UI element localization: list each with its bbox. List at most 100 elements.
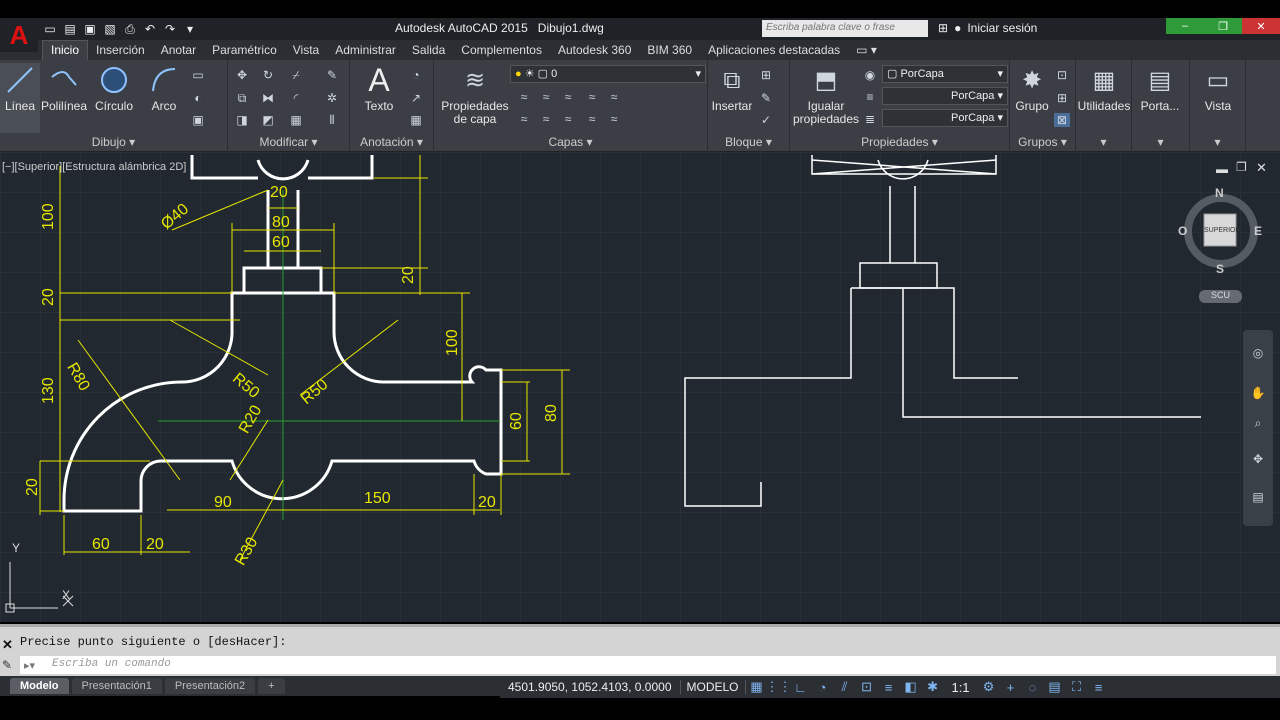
panel-label-grupos[interactable]: Grupos ▾ (1010, 135, 1075, 149)
color-dropdown[interactable]: ▢ PorCapa ▾ (882, 65, 1008, 83)
vista-dropdown-icon[interactable]: ▾ (1190, 135, 1245, 149)
hatch-icon[interactable]: ◐ (190, 91, 206, 105)
save-as-icon[interactable]: ▧ (102, 21, 118, 37)
edit-block-icon[interactable]: ✎ (758, 91, 774, 105)
open-file-icon[interactable]: ▤ (62, 21, 78, 37)
layer-tool-icon[interactable]: ≈ (606, 112, 622, 126)
viewcube-south[interactable]: S (1216, 262, 1224, 276)
viewport-restore-icon[interactable]: ❐ (1236, 160, 1247, 174)
application-menu-button[interactable]: A (0, 18, 38, 52)
dimension-label[interactable]: 20 (146, 536, 164, 554)
print-icon[interactable]: ⎙ (122, 21, 138, 37)
layer-tool-icon[interactable]: ≈ (516, 112, 532, 126)
copy-icon[interactable]: ⧉ (234, 91, 250, 105)
layer-tool-icon[interactable]: ≈ (538, 90, 554, 104)
propiedades-capa-button[interactable]: ≋ Propiedades de capa (440, 63, 510, 133)
explode-icon[interactable]: ✲ (324, 91, 340, 105)
circulo-button[interactable]: Círculo (88, 63, 140, 133)
polar-icon[interactable]: ◔ (812, 678, 834, 696)
trim-icon[interactable]: ⌿ (288, 68, 304, 82)
dimension-label[interactable]: 80 (272, 214, 290, 232)
texto-button[interactable]: A Texto (352, 63, 406, 133)
mirror-icon[interactable]: ⧓ (260, 91, 276, 105)
grupo-button[interactable]: ✸ Grupo (1010, 63, 1054, 133)
group-select-icon[interactable]: ⊠ (1054, 113, 1070, 127)
utilidades-dropdown-icon[interactable]: ▾ (1076, 135, 1131, 149)
layer-tool-icon[interactable]: ≈ (560, 90, 576, 104)
layer-tool-icon[interactable]: ≈ (516, 90, 532, 104)
help-search-input[interactable]: Escriba palabra clave o frase (762, 20, 928, 37)
workspace-icon[interactable]: ⚙ (978, 678, 1000, 696)
linea-button[interactable]: Línea (0, 63, 40, 133)
redo-icon[interactable]: ↷ (162, 21, 178, 37)
tab-salida[interactable]: Salida (404, 41, 453, 60)
panel-label-bloque[interactable]: Bloque ▾ (708, 135, 789, 149)
viewcube-face[interactable]: SUPERIOR (1204, 227, 1241, 234)
portapapeles-dropdown-icon[interactable]: ▾ (1132, 135, 1189, 149)
dimension-label[interactable]: 60 (92, 536, 110, 554)
add-icon[interactable]: + (1000, 678, 1022, 696)
ortho-icon[interactable]: ∟ (790, 678, 812, 696)
save-icon[interactable]: ▣ (82, 21, 98, 37)
dimension-label[interactable]: 90 (214, 494, 232, 512)
arco-button[interactable]: Arco (138, 63, 190, 133)
portapapeles-button[interactable]: ▤ Porta... (1134, 63, 1186, 133)
layer-dropdown[interactable]: ● ☀ ▢ 0 ▾ (510, 65, 706, 83)
close-command-icon[interactable]: ✕ (2, 637, 13, 653)
stretch-icon[interactable]: ◨ (234, 113, 250, 127)
osnap-tracking-icon[interactable]: ⫽ (834, 678, 856, 696)
vista-button[interactable]: ▭ Vista (1192, 63, 1244, 133)
layout-tab-presentación1[interactable]: Presentación1 (71, 678, 162, 694)
new-file-icon[interactable]: ▭ (42, 21, 58, 37)
fillet-icon[interactable]: ◜ (288, 91, 304, 105)
panel-label-dibujo[interactable]: Dibujo ▾ (0, 135, 227, 149)
pan-icon[interactable]: ✋ (1250, 386, 1266, 400)
dimension-label[interactable]: 20 (40, 288, 58, 306)
tab-vista[interactable]: Vista (285, 41, 327, 60)
viewcube[interactable]: N S E O SUPERIOR (1178, 186, 1262, 276)
panel-label-modificar[interactable]: Modificar ▾ (228, 135, 349, 149)
create-block-icon[interactable]: ⊞ (758, 68, 774, 82)
tab-autodesk-360[interactable]: Autodesk 360 (550, 41, 639, 60)
customize-menu-icon[interactable]: ≡ (1088, 678, 1110, 696)
minimize-button[interactable]: – (1166, 18, 1204, 34)
tab-anotar[interactable]: Anotar (153, 41, 204, 60)
layer-tool-icon[interactable]: ≈ (606, 90, 622, 104)
layout-tab-presentación2[interactable]: Presentación2 (164, 678, 256, 694)
snap-icon[interactable]: ⋮⋮ (766, 678, 792, 696)
tab-inserción[interactable]: Inserción (88, 41, 153, 60)
drawing-viewport[interactable]: 20 80 60 100 20 20 Ø40 R80 R50 R50 100 130 R20 60 80 20… (0, 152, 1280, 622)
clean-screen-icon[interactable]: ⛶ (1066, 678, 1088, 696)
dimension-label[interactable]: 20 (478, 494, 496, 512)
showmotion-icon[interactable]: ▤ (1250, 490, 1266, 504)
viewcube-west[interactable]: O (1178, 224, 1187, 238)
viewcube-east[interactable]: E (1254, 224, 1262, 238)
ucs-menu-button[interactable]: SCU (1199, 290, 1242, 303)
close-button[interactable]: ✕ (1242, 18, 1280, 34)
layer-tool-icon[interactable]: ≈ (584, 112, 600, 126)
tab-aplicaciones-destacadas[interactable]: Aplicaciones destacadas (700, 41, 848, 60)
command-input[interactable]: Escriba un comando (20, 656, 1276, 674)
grid-icon[interactable]: ▦ (746, 678, 768, 696)
move-icon[interactable]: ✥ (234, 68, 250, 82)
dimension-label[interactable]: 100 (40, 203, 58, 230)
scale-icon[interactable]: ◩ (260, 113, 276, 127)
hardware-acceleration-icon[interactable]: ▤ (1044, 678, 1066, 696)
array-icon[interactable]: ▦ (288, 113, 304, 127)
rectangle-icon[interactable]: ▭ (190, 68, 206, 82)
viewcube-north[interactable]: N (1215, 186, 1224, 200)
dimension-label[interactable]: 100 (444, 329, 462, 356)
rotate-icon[interactable]: ↻ (260, 68, 276, 82)
model-space-button[interactable]: MODELO (681, 680, 746, 694)
insertar-button[interactable]: ⧉ Insertar (708, 63, 756, 133)
dimension-label[interactable]: 130 (40, 377, 58, 404)
layer-tool-icon[interactable]: ≈ (560, 112, 576, 126)
qat-dropdown-icon[interactable]: ▾ (182, 21, 198, 37)
customize-icon[interactable]: ✎ (2, 658, 12, 672)
annotation-visibility-icon[interactable]: ✱ (922, 678, 944, 696)
igualar-propiedades-button[interactable]: ⬒ Igualar propiedades (790, 63, 862, 133)
steering-wheel-icon[interactable]: ◎ (1250, 346, 1266, 360)
tab-paramétrico[interactable]: Paramétrico (204, 41, 285, 60)
undo-icon[interactable]: ↶ (142, 21, 158, 37)
panel-label-anotacion[interactable]: Anotación ▾ (350, 135, 433, 149)
